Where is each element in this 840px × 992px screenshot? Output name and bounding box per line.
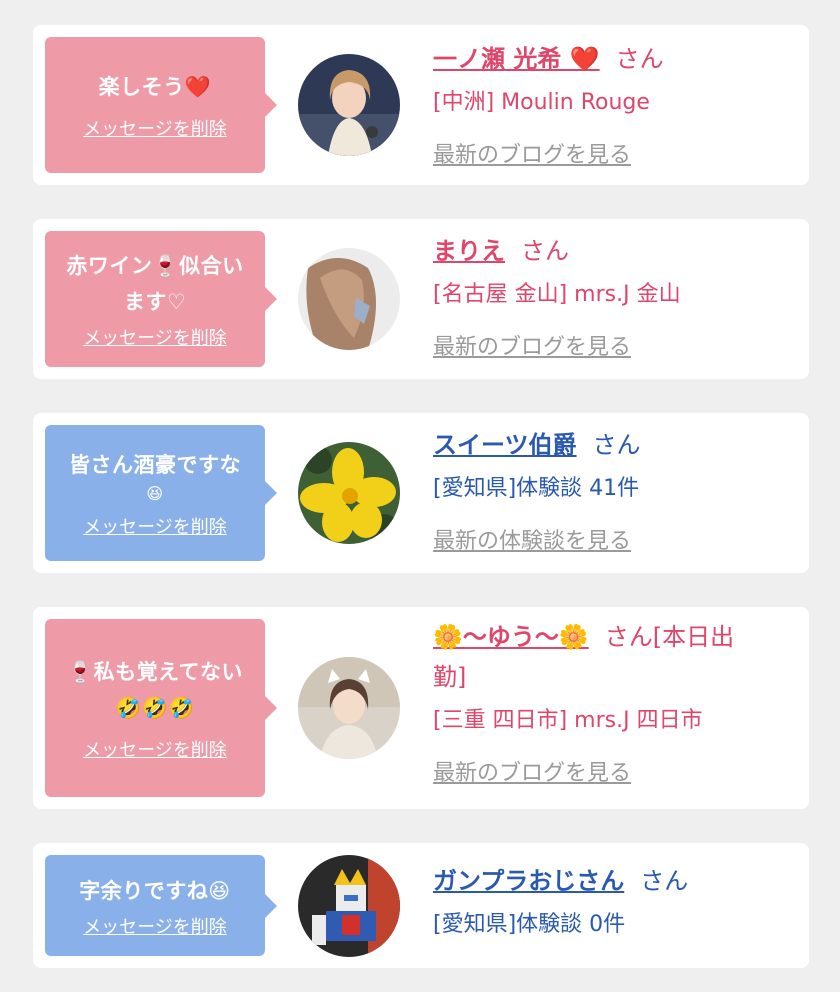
message-text: 楽しそう❤️ bbox=[98, 75, 212, 99]
honorific: さん bbox=[615, 45, 664, 73]
message-bubble: 赤ワイン🍷似合い ます♡ メッセージを削除 bbox=[45, 231, 277, 367]
member-name-link[interactable]: 一ノ瀬 光希 ❤️ bbox=[433, 45, 600, 73]
message-bubble: 🍷私も覚えてない 🤣🤣🤣 メッセージを削除 bbox=[45, 619, 277, 797]
message-list: 楽しそう❤️ メッセージを削除 一ノ瀬 光希 ❤️ さん [中洲] Moulin … bbox=[0, 0, 840, 992]
shop-name: [三重 四日市] mrs.J 四日市 bbox=[433, 708, 703, 733]
message-card: 🍷私も覚えてない 🤣🤣🤣 メッセージを削除 🌼〜ゆう〜🌼 さん[本日出 勤] [三… bbox=[33, 607, 809, 809]
honorific: さん bbox=[592, 431, 641, 459]
shop-name: [愛知県]体験談 41件 bbox=[433, 476, 640, 501]
message-bubble: 皆さん酒豪ですな 😆 メッセージを削除 bbox=[45, 425, 277, 561]
message-card: 赤ワイン🍷似合い ます♡ メッセージを削除 まりえ さん [名古屋 金山] mrs… bbox=[33, 219, 809, 379]
avatar[interactable] bbox=[298, 54, 400, 156]
member-name-link[interactable]: スイーツ伯爵 bbox=[433, 431, 577, 459]
latest-blog-link[interactable]: 最新のブログを見る bbox=[433, 329, 631, 361]
member-name-link[interactable]: 🌼〜ゆう〜🌼 bbox=[433, 623, 589, 651]
message-card: 字余りですね😆 メッセージを削除 ガンプラおじさん さん [愛知県]体験談 0件 bbox=[33, 843, 809, 968]
delete-message-link[interactable]: メッセージを削除 bbox=[83, 913, 227, 939]
latest-blog-link[interactable]: 最新のブログを見る bbox=[433, 755, 631, 787]
member-name-link[interactable]: ガンプラおじさん bbox=[433, 867, 624, 895]
honorific: さん bbox=[640, 867, 689, 895]
shop-name: [中洲] Moulin Rouge bbox=[433, 90, 650, 115]
member-info: 一ノ瀬 光希 ❤️ さん [中洲] Moulin Rouge 最新のブログを見る bbox=[433, 39, 789, 169]
message-text: 字余りですね😆 bbox=[79, 878, 231, 903]
member-name-link[interactable]: まりえ bbox=[433, 237, 505, 265]
avatar[interactable] bbox=[298, 248, 400, 350]
message-bubble: 字余りですね😆 メッセージを削除 bbox=[45, 855, 277, 956]
member-info: ガンプラおじさん さん [愛知県]体験談 0件 bbox=[433, 861, 789, 943]
message-card: 皆さん酒豪ですな 😆 メッセージを削除 スイーツ伯爵 さん [愛知県]体験談 4… bbox=[33, 413, 809, 573]
latest-blog-link[interactable]: 最新のブログを見る bbox=[433, 137, 631, 169]
honorific: さん[本日出 bbox=[604, 623, 735, 651]
delete-message-link[interactable]: メッセージを削除 bbox=[83, 513, 227, 539]
shop-name: [名古屋 金山] mrs.J 金山 bbox=[433, 282, 681, 307]
message-text: 皆さん酒豪ですな 😆 bbox=[69, 453, 241, 503]
latest-review-link[interactable]: 最新の体験談を見る bbox=[433, 523, 631, 555]
avatar[interactable] bbox=[298, 855, 400, 957]
work-status: 勤] bbox=[433, 663, 467, 691]
message-text: 🍷私も覚えてない 🤣🤣🤣 bbox=[66, 660, 244, 720]
honorific: さん bbox=[521, 237, 569, 265]
shop-name: [愛知県]体験談 0件 bbox=[433, 912, 626, 937]
message-text: 赤ワイン🍷似合い ます♡ bbox=[66, 254, 244, 314]
delete-message-link[interactable]: メッセージを削除 bbox=[83, 736, 227, 762]
message-card: 楽しそう❤️ メッセージを削除 一ノ瀬 光希 ❤️ さん [中洲] Moulin … bbox=[33, 25, 809, 185]
member-info: まりえ さん [名古屋 金山] mrs.J 金山 最新のブログを見る bbox=[433, 231, 789, 361]
member-info: スイーツ伯爵 さん [愛知県]体験談 41件 最新の体験談を見る bbox=[433, 425, 789, 555]
delete-message-link[interactable]: メッセージを削除 bbox=[83, 115, 227, 141]
member-info: 🌼〜ゆう〜🌼 さん[本日出 勤] [三重 四日市] mrs.J 四日市 最新のブロ… bbox=[433, 617, 789, 787]
avatar[interactable] bbox=[298, 442, 400, 544]
avatar[interactable] bbox=[298, 657, 400, 759]
message-bubble: 楽しそう❤️ メッセージを削除 bbox=[45, 37, 277, 173]
delete-message-link[interactable]: メッセージを削除 bbox=[83, 324, 227, 350]
